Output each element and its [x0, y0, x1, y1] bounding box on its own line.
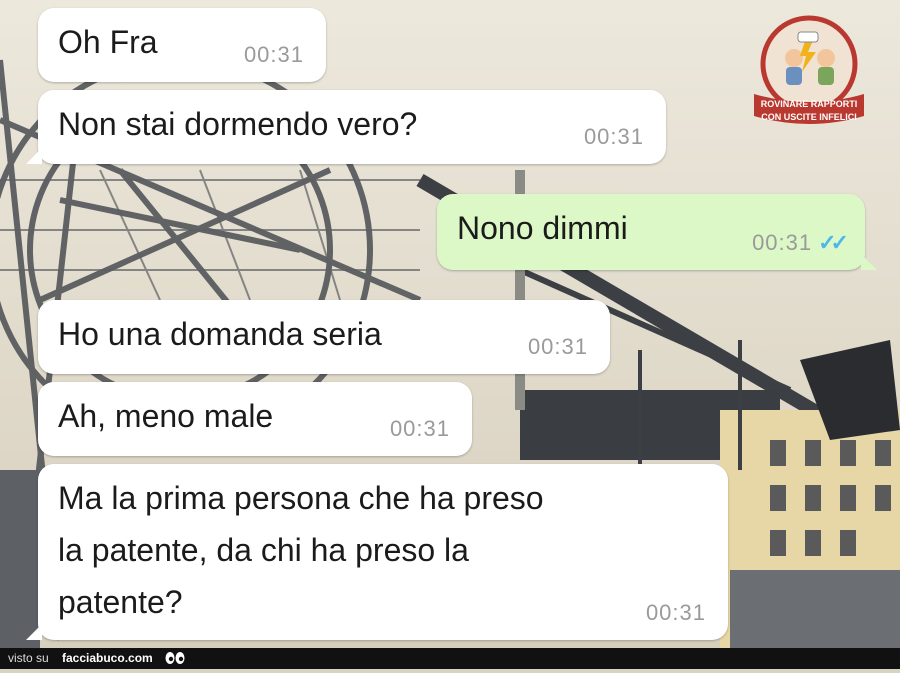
footer-prefix: visto su	[8, 651, 49, 665]
double-check-read-icon: ✓✓	[818, 230, 849, 255]
badge-line2: CON USCITE INFELICI	[761, 112, 857, 122]
message-time: 00:31	[527, 334, 588, 359]
watermark-badge: ROVINARE RAPPORTI CON USCITE INFELICI	[750, 14, 868, 132]
message-bubble-outgoing[interactable]: Nono dimmi 00:31 ✓✓	[437, 194, 877, 270]
message-bubble-incoming[interactable]: Ho una domanda seria 00:31	[38, 300, 610, 374]
footer-site-link[interactable]: facciabuco.com	[62, 648, 153, 669]
message-text: Oh Fra	[58, 24, 158, 60]
message-text: Ah, meno male	[58, 398, 274, 434]
message-text: Ho una domanda seria	[58, 316, 382, 352]
message-time: 00:31	[583, 124, 644, 149]
message-bubble-incoming[interactable]: Oh Fra 00:31	[38, 8, 326, 82]
badge-line1: ROVINARE RAPPORTI	[761, 99, 858, 109]
message-text: Non stai dormendo vero?	[58, 106, 418, 142]
message-text-line: patente?	[58, 584, 183, 620]
message-time-with-status: 00:31 ✓✓	[752, 230, 849, 256]
message-text-line: Ma la prima persona che ha preso	[58, 480, 544, 516]
eyes-icon	[165, 650, 185, 673]
message-text: Nono dimmi	[457, 210, 628, 246]
footer-bar: visto su facciabuco.com	[0, 648, 900, 669]
message-time: 00:31	[243, 42, 304, 67]
message-time: 00:31	[752, 230, 813, 255]
message-time: 00:31	[645, 600, 706, 625]
message-bubble-incoming[interactable]: Ma la prima persona che ha preso la pate…	[26, 464, 728, 640]
message-bubble-incoming[interactable]: Non stai dormendo vero? 00:31	[26, 90, 666, 164]
message-time: 00:31	[389, 416, 450, 441]
message-bubble-incoming[interactable]: Ah, meno male 00:31	[38, 382, 472, 456]
message-text-line: la patente, da chi ha preso la	[58, 532, 469, 568]
